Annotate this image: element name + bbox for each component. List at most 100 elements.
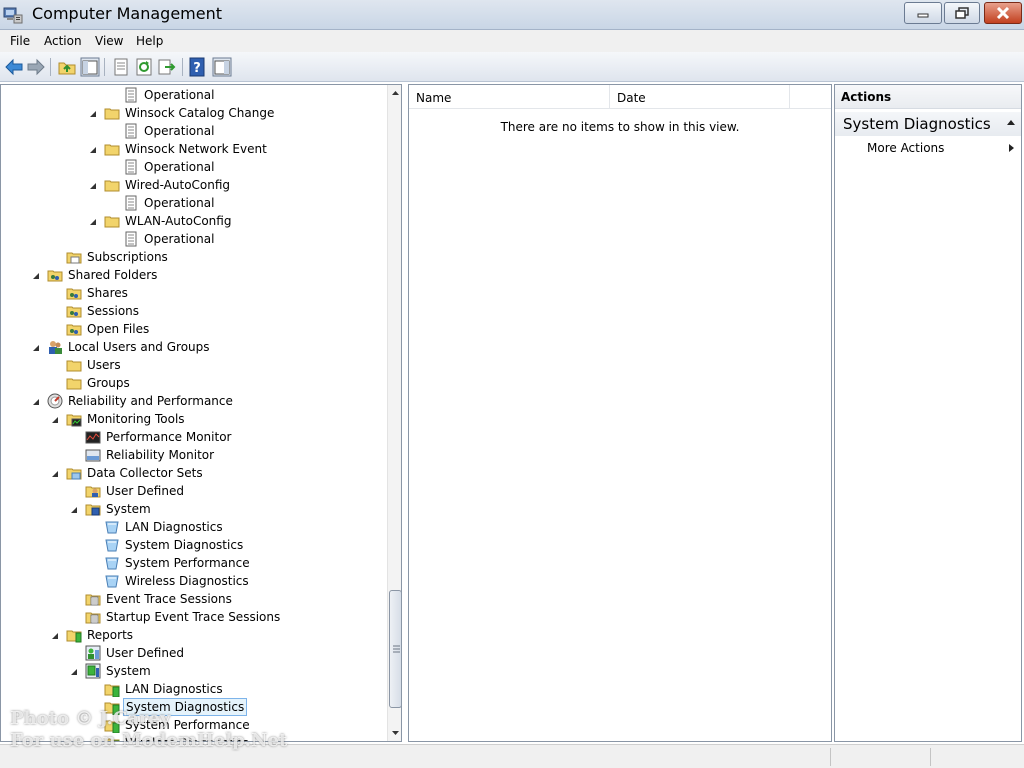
tree-node-shares[interactable]: Shares <box>1 284 386 302</box>
actions-section-title: System Diagnostics <box>843 115 991 133</box>
close-button[interactable] <box>984 2 1022 24</box>
actions-section-header[interactable]: System Diagnostics <box>835 112 1021 136</box>
collapse-arrow-icon[interactable] <box>89 218 97 226</box>
show-hide-action-pane-icon[interactable] <box>212 57 232 77</box>
tree-node-user-defined[interactable]: User Defined <box>1 644 386 662</box>
report-folder-icon <box>104 702 120 715</box>
scrollbar-thumb[interactable] <box>389 590 401 708</box>
collapse-arrow-icon[interactable] <box>32 272 40 280</box>
collector-set-icon <box>105 521 119 534</box>
tree-node-operational[interactable]: Operational <box>1 86 386 104</box>
tree-node-label: Operational <box>144 196 215 210</box>
tree-node-reliability-monitor[interactable]: Reliability Monitor <box>1 446 386 464</box>
menu-action[interactable]: Action <box>44 33 82 49</box>
tree-node-system-performance[interactable]: System Performance <box>1 554 386 572</box>
tree-vertical-scrollbar[interactable] <box>387 85 402 741</box>
menu-bar: File Action View Help <box>0 30 1024 52</box>
collapse-arrow-icon[interactable] <box>70 668 78 676</box>
tree-node-winsock-catalog-change[interactable]: Winsock Catalog Change <box>1 104 386 122</box>
collapse-arrow-icon[interactable] <box>51 632 59 640</box>
collapse-arrow-icon[interactable] <box>32 344 40 352</box>
menu-view[interactable]: View <box>95 33 123 49</box>
collapse-arrow-icon[interactable] <box>51 470 59 478</box>
collapse-arrow-icon[interactable] <box>32 398 40 406</box>
restore-icon <box>955 7 969 19</box>
menu-file[interactable]: File <box>10 33 30 49</box>
tree-node-operational[interactable]: Operational <box>1 122 386 140</box>
tree-node-lan-diagnostics[interactable]: LAN Diagnostics <box>1 680 386 698</box>
back-arrow-icon[interactable] <box>4 57 24 77</box>
tree-node-open-files[interactable]: Open Files <box>1 320 386 338</box>
tree-node-operational[interactable]: Operational <box>1 230 386 248</box>
tree-node-label: LAN Diagnostics <box>125 682 223 696</box>
show-hide-console-tree-icon[interactable] <box>80 57 100 77</box>
export-list-icon[interactable] <box>157 57 177 77</box>
shared-folders-icon <box>66 288 82 300</box>
tree-node-system-diagnostics[interactable]: System Diagnostics <box>1 536 386 554</box>
tree-node-event-trace-sessions[interactable]: Event Trace Sessions <box>1 590 386 608</box>
log-icon <box>125 159 137 175</box>
collapse-arrow-icon[interactable] <box>70 506 78 514</box>
column-header-name[interactable]: Name <box>409 85 610 109</box>
more-actions-item[interactable]: More Actions <box>867 141 944 155</box>
tree-node-subscriptions[interactable]: Subscriptions <box>1 248 386 266</box>
tree-node-label: Event Trace Sessions <box>106 592 232 606</box>
menu-help[interactable]: Help <box>136 33 163 49</box>
collapse-arrow-icon[interactable] <box>89 110 97 118</box>
submenu-arrow-icon[interactable] <box>1009 144 1015 152</box>
tree-node-monitoring-tools[interactable]: Monitoring Tools <box>1 410 386 428</box>
data-collector-icon <box>66 468 82 480</box>
tree-node-label: Monitoring Tools <box>87 412 185 426</box>
tree-node-wired-autoconfig[interactable]: Wired-AutoConfig <box>1 176 386 194</box>
column-header-date[interactable]: Date <box>610 85 790 109</box>
tree-node-reports[interactable]: Reports <box>1 626 386 644</box>
tree-node-operational[interactable]: Operational <box>1 194 386 212</box>
report-folder-icon <box>104 684 120 697</box>
tree-node-label: System Performance <box>125 718 250 732</box>
tree-node-label: Operational <box>144 88 215 102</box>
tree-node-wlan-autoconfig[interactable]: WLAN-AutoConfig <box>1 212 386 230</box>
tree-node-wireless-diagnostics[interactable]: Wireless Diagnostics <box>1 572 386 590</box>
tree-node-label: Open Files <box>87 322 150 336</box>
up-folder-icon[interactable] <box>57 57 77 77</box>
tree-node-user-defined[interactable]: User Defined <box>1 482 386 500</box>
tree-node-reliability-and-performance[interactable]: Reliability and Performance <box>1 392 386 410</box>
tree-node-label: System Diagnostics <box>123 698 248 716</box>
restore-button[interactable] <box>944 2 980 24</box>
tree-node-operational[interactable]: Operational <box>1 158 386 176</box>
tree-node-performance-monitor[interactable]: Performance Monitor <box>1 428 386 446</box>
status-bar <box>0 744 1024 768</box>
properties-icon[interactable] <box>111 57 131 77</box>
user-defined-icon <box>85 486 101 498</box>
reports-icon <box>66 630 82 643</box>
tree-node-shared-folders[interactable]: Shared Folders <box>1 266 386 284</box>
svg-text:?: ? <box>193 61 201 76</box>
help-icon[interactable]: ? <box>188 57 208 77</box>
tree-node-groups[interactable]: Groups <box>1 374 386 392</box>
collector-set-icon <box>105 575 119 588</box>
actions-pane: Actions System Diagnostics More Actions <box>834 84 1022 742</box>
scroll-up-arrow-icon[interactable] <box>388 85 402 101</box>
report-system-icon <box>85 663 101 679</box>
tree-node-system[interactable]: System <box>1 500 386 518</box>
tree-node-wireless-diagnostics[interactable]: Wireless Diagnostics <box>1 734 386 741</box>
forward-arrow-icon[interactable] <box>26 57 46 77</box>
tree-node-system-diagnostics[interactable]: System Diagnostics <box>1 698 386 716</box>
tree-node-lan-diagnostics[interactable]: LAN Diagnostics <box>1 518 386 536</box>
tree-node-startup-event-trace-sessions[interactable]: Startup Event Trace Sessions <box>1 608 386 626</box>
collapse-arrow-icon[interactable] <box>89 146 97 154</box>
collapse-arrow-icon[interactable] <box>89 182 97 190</box>
shared-folders-icon <box>66 306 82 318</box>
collapse-arrow-icon[interactable] <box>51 416 59 424</box>
minimize-button[interactable] <box>904 2 942 24</box>
tree-node-sessions[interactable]: Sessions <box>1 302 386 320</box>
tree-node-system-performance[interactable]: System Performance <box>1 716 386 734</box>
scroll-down-arrow-icon[interactable] <box>388 725 402 741</box>
tree-node-system[interactable]: System <box>1 662 386 680</box>
tree-node-users[interactable]: Users <box>1 356 386 374</box>
tree-node-local-users-and-groups[interactable]: Local Users and Groups <box>1 338 386 356</box>
collapse-up-icon[interactable] <box>1007 119 1015 125</box>
refresh-icon[interactable] <box>134 57 154 77</box>
tree-node-winsock-network-event[interactable]: Winsock Network Event <box>1 140 386 158</box>
tree-node-data-collector-sets[interactable]: Data Collector Sets <box>1 464 386 482</box>
